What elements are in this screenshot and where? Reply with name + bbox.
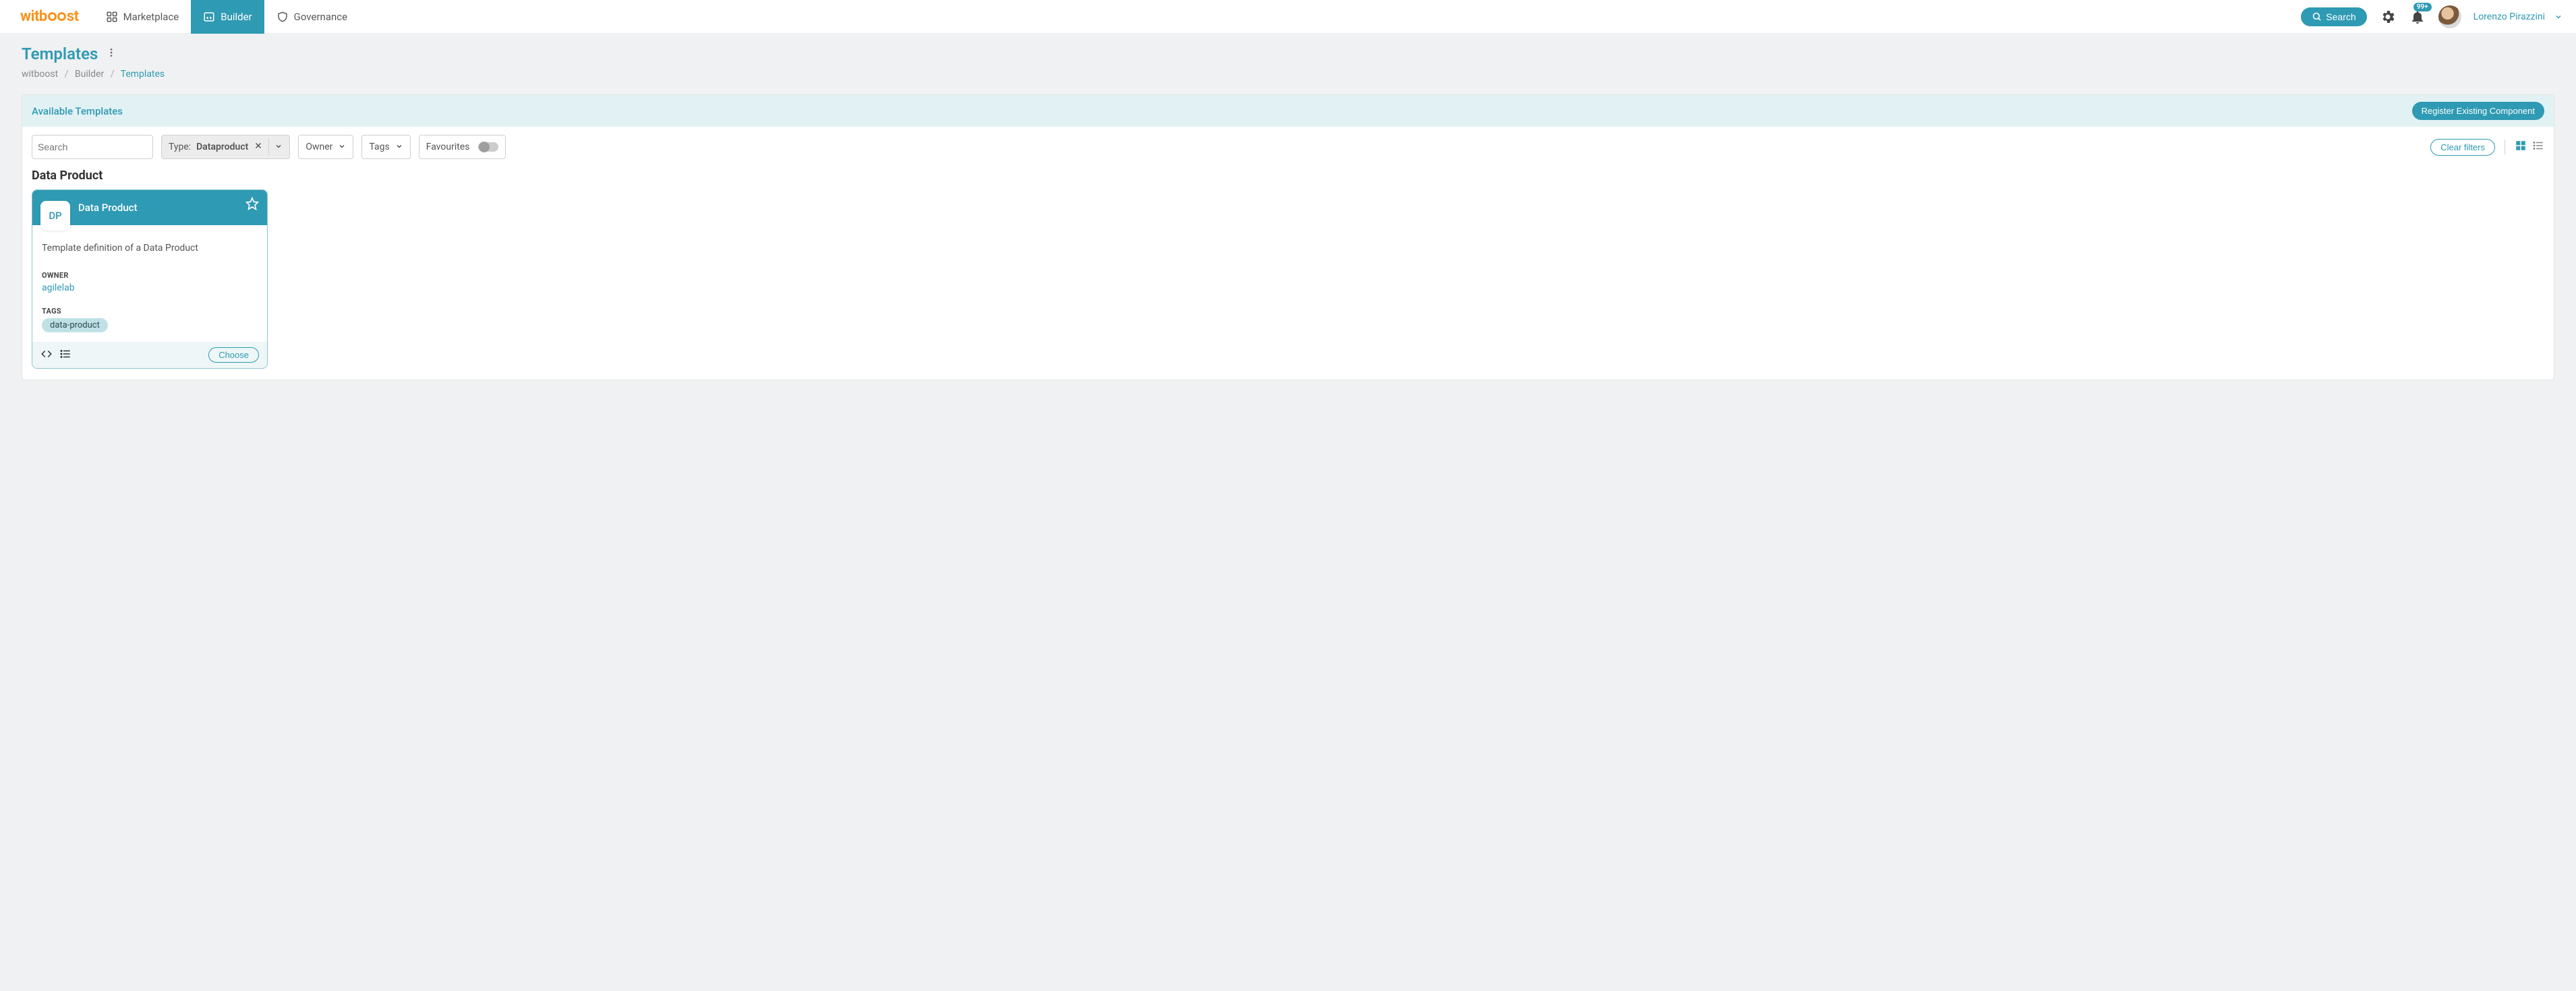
close-icon bbox=[254, 142, 262, 150]
list-view-icon bbox=[2532, 140, 2544, 152]
view-grid-button[interactable] bbox=[2515, 140, 2527, 154]
filter-type-expand[interactable] bbox=[274, 142, 283, 152]
code-icon bbox=[40, 348, 53, 360]
header-right: Search 99+ Lorenzo Pirazzini bbox=[2301, 5, 2563, 28]
nav-marketplace-label: Marketplace bbox=[123, 11, 179, 23]
favourite-toggle[interactable] bbox=[245, 197, 259, 213]
panel-title: Available Templates bbox=[32, 105, 123, 117]
chevron-down-icon bbox=[395, 142, 403, 150]
breadcrumb-current: Templates bbox=[121, 69, 165, 80]
card-footer: Choose bbox=[32, 342, 267, 368]
filter-type[interactable]: Type: Dataproduct bbox=[161, 135, 290, 159]
dots-vertical-icon bbox=[106, 47, 117, 58]
card-avatar: DP bbox=[40, 201, 70, 231]
star-icon bbox=[245, 197, 259, 210]
register-component-button[interactable]: Register Existing Component bbox=[2412, 102, 2544, 120]
grid-icon bbox=[106, 11, 118, 23]
shield-icon bbox=[276, 11, 289, 23]
gear-icon bbox=[2380, 9, 2396, 25]
favourites-toggle[interactable] bbox=[478, 142, 498, 152]
filter-type-label: Type: bbox=[169, 142, 191, 152]
card-grid: DP Data Product Template definition of a… bbox=[22, 189, 2554, 380]
filter-tags[interactable]: Tags bbox=[361, 135, 410, 159]
brand-post: st bbox=[67, 8, 79, 25]
settings-button[interactable] bbox=[2379, 8, 2397, 26]
grid-view-icon bbox=[2515, 140, 2527, 152]
user-menu[interactable]: Lorenzo Pirazzini bbox=[2473, 11, 2563, 22]
username-label: Lorenzo Pirazzini bbox=[2473, 11, 2545, 22]
view-source-button[interactable] bbox=[40, 348, 53, 363]
page-header: Templates witboost / Builder / Templates bbox=[0, 34, 2576, 85]
filter-owner[interactable]: Owner bbox=[298, 135, 353, 159]
panel-header: Available Templates Register Existing Co… bbox=[22, 95, 2554, 127]
main-nav: Marketplace Builder Governance bbox=[94, 0, 360, 34]
filter-favourites[interactable]: Favourites bbox=[419, 135, 506, 159]
filter-bar: Type: Dataproduct Owner Tags Favourites bbox=[22, 127, 2554, 163]
filter-type-value: Dataproduct bbox=[196, 142, 248, 152]
search-button-label: Search bbox=[2326, 11, 2355, 22]
search-button[interactable]: Search bbox=[2301, 7, 2366, 26]
breadcrumb-root[interactable]: witboost bbox=[22, 69, 58, 80]
chevron-down-icon bbox=[338, 142, 346, 150]
app-header: witb st Marketplace Builder Governance bbox=[0, 0, 2576, 34]
filter-owner-label: Owner bbox=[305, 142, 332, 152]
view-list-button[interactable] bbox=[2532, 140, 2544, 154]
nav-builder-label: Builder bbox=[221, 11, 252, 23]
notification-badge: 99+ bbox=[2413, 3, 2432, 11]
avatar[interactable] bbox=[2438, 5, 2461, 28]
card-header: DP Data Product bbox=[32, 190, 267, 225]
card-owner-label: OWNER bbox=[42, 271, 258, 280]
brand-logo: witb st bbox=[20, 8, 79, 25]
chevron-down-icon bbox=[2554, 13, 2563, 21]
code-window-icon bbox=[203, 11, 215, 23]
list-icon bbox=[59, 348, 71, 360]
template-search-input[interactable] bbox=[38, 142, 160, 152]
view-docs-button[interactable] bbox=[59, 348, 71, 363]
template-card: DP Data Product Template definition of a… bbox=[32, 189, 268, 369]
card-owner-link[interactable]: agilelab bbox=[42, 282, 258, 293]
page-actions-menu[interactable] bbox=[106, 47, 117, 61]
brand-oo-icon bbox=[48, 12, 66, 21]
breadcrumb-builder[interactable]: Builder bbox=[75, 69, 104, 80]
nav-governance[interactable]: Governance bbox=[264, 0, 359, 34]
card-tags-label: TAGS bbox=[42, 307, 258, 316]
template-search[interactable] bbox=[32, 135, 153, 159]
filter-type-clear[interactable] bbox=[254, 142, 263, 152]
nav-marketplace[interactable]: Marketplace bbox=[94, 0, 192, 34]
section-title: Data Product bbox=[22, 163, 2554, 189]
filter-favourites-label: Favourites bbox=[426, 142, 470, 152]
breadcrumb-sep: / bbox=[65, 69, 69, 80]
templates-panel: Available Templates Register Existing Co… bbox=[22, 94, 2554, 380]
clear-filters-button[interactable]: Clear filters bbox=[2430, 139, 2495, 156]
card-body: Template definition of a Data Product OW… bbox=[32, 225, 267, 342]
breadcrumb-sep: / bbox=[111, 69, 115, 80]
card-title: Data Product bbox=[78, 202, 138, 214]
tag-pill[interactable]: data-product bbox=[42, 318, 108, 332]
page-title: Templates bbox=[22, 44, 98, 63]
card-description: Template definition of a Data Product bbox=[42, 243, 258, 253]
choose-button[interactable]: Choose bbox=[208, 347, 259, 363]
nav-governance-label: Governance bbox=[294, 11, 347, 23]
brand-pre: witb bbox=[20, 8, 47, 25]
chevron-down-icon bbox=[274, 142, 283, 150]
breadcrumb: witboost / Builder / Templates bbox=[22, 69, 2554, 80]
nav-builder[interactable]: Builder bbox=[191, 0, 264, 34]
filter-tags-label: Tags bbox=[369, 142, 389, 152]
notifications-button[interactable]: 99+ bbox=[2409, 8, 2426, 26]
search-icon bbox=[2312, 11, 2322, 22]
